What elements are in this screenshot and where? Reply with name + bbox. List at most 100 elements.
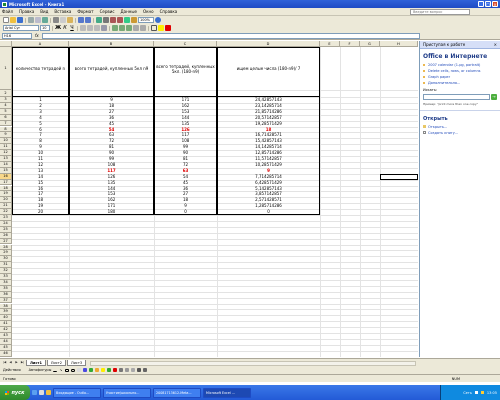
menu-edit[interactable]: Правка: [19, 9, 34, 14]
formula-input[interactable]: [41, 32, 420, 39]
open-icon[interactable]: [10, 17, 16, 23]
preview-icon[interactable]: [35, 17, 41, 23]
close-button[interactable]: ×: [492, 1, 498, 7]
sort-asc-icon[interactable]: [110, 17, 116, 23]
chart-wizard-icon[interactable]: [124, 17, 130, 23]
taskbar-task[interactable]: Входящие - Outlo...: [53, 387, 101, 398]
copy-icon[interactable]: [60, 17, 66, 23]
task-pane-header-label[interactable]: Приступая к работе: [423, 42, 465, 47]
menu-help[interactable]: Справка: [160, 9, 178, 14]
align-left-icon[interactable]: [80, 25, 86, 31]
print-icon[interactable]: [28, 17, 34, 23]
line-icon[interactable]: [53, 369, 58, 372]
menu-file[interactable]: Файл: [2, 9, 13, 14]
font-size-select[interactable]: 10: [40, 25, 50, 31]
sheet-tab-3[interactable]: Лист3: [67, 359, 87, 366]
borders-icon[interactable]: [151, 25, 157, 31]
cut-icon[interactable]: [53, 17, 59, 23]
row-header[interactable]: 2: [0, 90, 12, 97]
italic-icon[interactable]: К: [62, 25, 68, 31]
font-color-icon[interactable]: [113, 368, 118, 372]
quicklaunch-desktop-icon[interactable]: [39, 390, 44, 395]
next-sheet-icon[interactable]: ▶: [14, 360, 19, 365]
menu-format[interactable]: Формат: [77, 9, 93, 14]
3d-icon[interactable]: [143, 368, 148, 372]
spelling-icon[interactable]: [42, 17, 48, 23]
horizontal-scrollbar[interactable]: [90, 360, 416, 366]
textbox-icon[interactable]: [77, 368, 82, 372]
menu-data[interactable]: Данные: [121, 9, 137, 14]
help-icon[interactable]: [155, 17, 161, 23]
sheet-tab-1[interactable]: Лист1: [26, 359, 46, 366]
close-icon[interactable]: ×: [494, 42, 497, 47]
redo-icon[interactable]: [85, 17, 91, 23]
font-select[interactable]: Arial Cyr: [3, 25, 39, 31]
autoshapes-menu[interactable]: Автофигуры: [29, 368, 52, 372]
hyperlink-icon[interactable]: [96, 17, 102, 23]
new-icon[interactable]: [3, 17, 9, 23]
select-objects-icon[interactable]: [23, 368, 27, 372]
underline-icon[interactable]: Ч: [69, 25, 75, 31]
search-go-button[interactable]: →: [491, 94, 497, 100]
minimize-button[interactable]: _: [478, 1, 484, 7]
last-sheet-icon[interactable]: ▶|: [20, 360, 25, 365]
align-right-icon[interactable]: [94, 25, 100, 31]
active-cell[interactable]: [380, 173, 418, 180]
help-search-input[interactable]: Введите вопрос: [410, 9, 470, 15]
zoom-select[interactable]: 100%: [138, 17, 154, 23]
picture-icon[interactable]: [95, 368, 100, 372]
fill-color-icon[interactable]: [158, 25, 164, 31]
arrow-style-icon[interactable]: [131, 368, 136, 372]
maximize-button[interactable]: □: [485, 1, 491, 7]
clipart-icon[interactable]: [89, 368, 94, 372]
quicklaunch-ie-icon[interactable]: [32, 390, 37, 395]
menu-insert[interactable]: Вставка: [54, 9, 71, 14]
quicklaunch-outlook-icon[interactable]: [46, 390, 51, 395]
paste-icon[interactable]: [67, 17, 73, 23]
currency-icon[interactable]: [112, 25, 118, 31]
column-header-g[interactable]: G: [360, 41, 380, 47]
menu-window[interactable]: Окно: [143, 9, 154, 14]
line-color-icon[interactable]: [107, 368, 112, 372]
save-icon[interactable]: [17, 17, 23, 23]
drawing-icon[interactable]: [131, 17, 137, 23]
tray-icon[interactable]: [480, 391, 484, 394]
percent-icon[interactable]: [119, 25, 125, 31]
column-header-e[interactable]: E: [320, 41, 340, 47]
arrow-icon[interactable]: ↘: [59, 368, 63, 372]
sort-desc-icon[interactable]: [117, 17, 123, 23]
column-header-f[interactable]: F: [340, 41, 360, 47]
start-button[interactable]: пуск: [0, 385, 30, 400]
align-center-icon[interactable]: [87, 25, 93, 31]
increase-decimal-icon[interactable]: [133, 25, 139, 31]
decrease-decimal-icon[interactable]: [140, 25, 146, 31]
taskbar-task[interactable]: 20081713612-Meta...: [153, 387, 201, 398]
insert-function-icon[interactable]: fx: [35, 33, 39, 38]
wordart-icon[interactable]: [83, 368, 88, 372]
rectangle-icon[interactable]: [65, 368, 70, 372]
first-sheet-icon[interactable]: |◀: [2, 360, 7, 365]
merge-center-icon[interactable]: [101, 25, 107, 31]
tray-icon[interactable]: [474, 391, 478, 394]
column-header-h[interactable]: H: [380, 41, 418, 47]
line-style-icon[interactable]: [119, 368, 124, 372]
taskbar-task-active[interactable]: Microsoft Excel ...: [203, 387, 251, 398]
name-box[interactable]: H16: [2, 32, 32, 39]
dash-style-icon[interactable]: [125, 368, 130, 372]
autosum-icon[interactable]: [103, 17, 109, 23]
undo-icon[interactable]: [78, 17, 84, 23]
sheet-tab-2[interactable]: Лист2: [46, 359, 67, 366]
draw-actions-menu[interactable]: Действия: [3, 368, 21, 372]
worksheet-grid[interactable]: ABCDEFGH 1 2 3 4 5 6 7 8 9 10 11 12 13 14 15 16 17 18 19 20…: [0, 41, 418, 357]
task-pane-more-link[interactable]: Дополнительно...: [420, 80, 500, 86]
menu-tools[interactable]: Сервис: [100, 9, 115, 14]
fill-color-icon[interactable]: [101, 368, 106, 372]
menu-view[interactable]: Вид: [40, 9, 48, 14]
row-header[interactable]: 1: [0, 47, 12, 90]
prev-sheet-icon[interactable]: ◀: [8, 360, 13, 365]
new-workbook-link[interactable]: Создать книгу...: [420, 130, 500, 136]
bold-icon[interactable]: Ж: [55, 25, 61, 31]
comma-icon[interactable]: [126, 25, 132, 31]
oval-icon[interactable]: [71, 368, 76, 372]
taskbar-task[interactable]: Участие/школьно...: [103, 387, 151, 398]
